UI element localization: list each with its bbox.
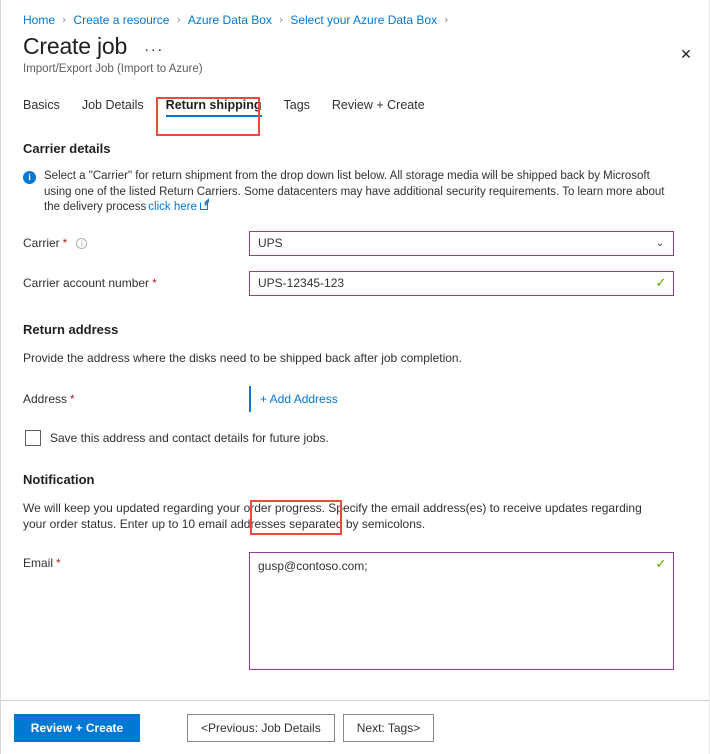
create-job-blade: Home › Create a resource › Azure Data Bo…	[0, 0, 710, 754]
valid-check-icon: ✓	[655, 556, 667, 572]
required-indicator: *	[62, 236, 68, 250]
return-address-description: Provide the address where the disks need…	[23, 350, 462, 365]
valid-check-icon: ✓	[655, 275, 667, 291]
notification-heading: Notification	[23, 471, 95, 487]
carrier-details-heading: Carrier details	[23, 141, 111, 156]
carrier-label-group: Carrier * i	[23, 236, 249, 250]
save-address-row: Save this address and contact details fo…	[23, 429, 687, 446]
breadcrumb-separator-icon: ›	[278, 13, 284, 26]
email-label-group: Email *	[23, 552, 249, 670]
info-icon: i	[23, 171, 36, 184]
address-row: Address * + Add Address	[23, 385, 687, 412]
add-address-link[interactable]: + Add Address	[251, 392, 347, 406]
carrier-account-label: Carrier account number	[23, 276, 150, 290]
address-control: + Add Address	[249, 385, 347, 412]
carrier-info-banner: i Select a "Carrier" for return shipment…	[23, 169, 687, 216]
required-indicator: *	[56, 555, 61, 570]
carrier-info-message: Select a "Carrier" for return shipment f…	[44, 170, 665, 213]
email-row: Email * gusp@contoso.com; ✓	[23, 551, 687, 670]
next-tags-button[interactable]: Next: Tags>	[342, 713, 435, 742]
breadcrumb-separator-icon: ›	[62, 13, 67, 26]
address-label: Address	[23, 391, 68, 406]
carrier-account-field[interactable]: ✓	[249, 270, 674, 296]
tab-review-create[interactable]: Review + Create	[332, 89, 425, 121]
review-create-button[interactable]: Review + Create	[14, 713, 140, 742]
title-row: Create job ···	[23, 32, 709, 60]
required-indicator: *	[152, 276, 157, 290]
page-title: Create job	[23, 33, 128, 59]
page-subtitle: Import/Export Job (Import to Azure)	[23, 63, 203, 75]
breadcrumb-separator-icon: ›	[444, 13, 449, 26]
breadcrumb: Home › Create a resource › Azure Data Bo…	[1, 0, 709, 30]
wizard-tabs: Basics Job Details Return shipping Tags …	[1, 86, 709, 124]
save-address-checkbox[interactable]	[25, 429, 41, 446]
chevron-down-icon[interactable]: ⌄	[647, 238, 673, 249]
breadcrumb-item-home[interactable]: Home	[23, 13, 55, 27]
tab-job-details[interactable]: Job Details	[82, 89, 144, 121]
carrier-account-row: Carrier account number * ✓	[23, 270, 687, 296]
breadcrumb-item-azure-data-box[interactable]: Azure Data Box	[188, 13, 272, 27]
carrier-tooltip-info-icon[interactable]: i	[76, 237, 88, 249]
save-address-label[interactable]: Save this address and contact details fo…	[50, 431, 329, 445]
carrier-account-input[interactable]	[250, 271, 649, 295]
click-here-link[interactable]: click here	[148, 201, 197, 213]
notification-description: We will keep you updated regarding your …	[23, 500, 642, 531]
carrier-selected-value: UPS	[258, 235, 283, 250]
close-icon[interactable]: ✕	[671, 40, 701, 70]
required-indicator: *	[70, 391, 75, 406]
carrier-row: Carrier * i UPS ⌄	[23, 230, 687, 256]
carrier-dropdown[interactable]: UPS ⌄	[249, 230, 674, 256]
carrier-label: Carrier	[23, 236, 60, 250]
return-address-heading: Return address	[23, 321, 119, 337]
carrier-account-label-group: Carrier account number *	[23, 276, 249, 290]
breadcrumb-item-select-your-azure-data-box[interactable]: Select your Azure Data Box	[290, 13, 437, 27]
email-value[interactable]: gusp@contoso.com;	[250, 553, 649, 574]
wizard-footer: Review + Create <Previous: Job Details N…	[1, 700, 709, 754]
tab-basics[interactable]: Basics	[23, 89, 60, 121]
carrier-info-text: Select a "Carrier" for return shipment f…	[44, 169, 674, 216]
external-link-icon	[199, 202, 208, 210]
blade-titlebar: Create job ··· Import/Export Job (Import…	[1, 30, 709, 86]
tab-tags[interactable]: Tags	[284, 89, 310, 121]
tab-return-shipping[interactable]: Return shipping	[165, 89, 262, 121]
address-label-group: Address *	[23, 392, 249, 406]
more-options-icon[interactable]: ···	[144, 42, 164, 60]
email-label: Email	[23, 555, 54, 570]
breadcrumb-separator-icon: ›	[176, 13, 181, 26]
breadcrumb-item-create-a-resource[interactable]: Create a resource	[73, 13, 169, 27]
email-textarea[interactable]: gusp@contoso.com; ✓	[249, 551, 674, 670]
blade-content: Carrier details i Select a "Carrier" for…	[1, 124, 709, 700]
previous-job-details-button[interactable]: <Previous: Job Details	[187, 713, 335, 742]
